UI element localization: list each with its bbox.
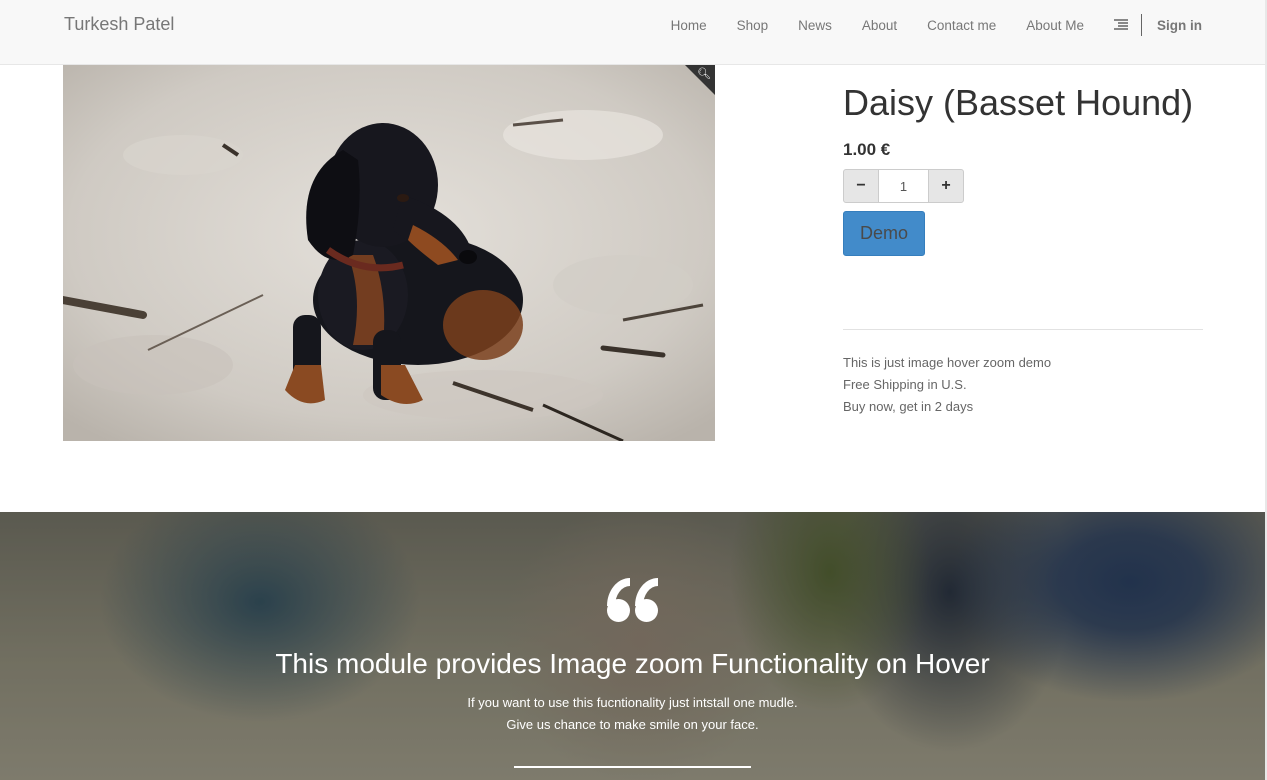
nav-item-about-me[interactable]: About Me xyxy=(1026,18,1084,33)
zoom-magnifier-icon[interactable]: 🔍︎ xyxy=(697,67,711,80)
nav-item-contact[interactable]: Contact me xyxy=(927,18,996,33)
description-line: This is just image hover zoom demo xyxy=(843,355,1052,370)
dachshund-photo xyxy=(63,65,715,441)
quantity-stepper: − + xyxy=(843,169,964,203)
product-image[interactable]: 🔍︎ xyxy=(63,65,715,441)
product-description: This is just image hover zoom demo Free … xyxy=(843,352,1051,418)
testimonial-line: If you want to use this fucntionality ju… xyxy=(467,695,798,710)
nav-item-news[interactable]: News xyxy=(798,18,832,33)
nav-menu: Home Shop News About Contact me About Me… xyxy=(671,0,1202,50)
sign-in-link[interactable]: Sign in xyxy=(1157,18,1202,33)
demo-button[interactable]: Demo xyxy=(843,211,925,256)
nav-item-about[interactable]: About xyxy=(862,18,897,33)
plus-icon[interactable]: + xyxy=(928,169,964,203)
product-title: Daisy (Basset Hound) xyxy=(843,82,1194,123)
nav-item-shop[interactable]: Shop xyxy=(737,18,769,33)
testimonial-line: Give us chance to make smile on your fac… xyxy=(506,717,759,732)
product-price: 1.00 € xyxy=(843,140,891,159)
banner-button-edge[interactable] xyxy=(514,766,751,768)
description-line: Free Shipping in U.S. xyxy=(843,377,967,392)
nav-item-home[interactable]: Home xyxy=(671,18,707,33)
list-icon[interactable] xyxy=(1114,19,1128,31)
brand-link[interactable]: Turkesh Patel xyxy=(64,14,174,35)
testimonial-title: This module provides Image zoom Function… xyxy=(275,648,990,679)
navbar: Turkesh Patel Home Shop News About Conta… xyxy=(0,0,1265,65)
description-line: Buy now, get in 2 days xyxy=(843,399,974,414)
quantity-input[interactable] xyxy=(879,169,928,203)
testimonial-banner xyxy=(0,512,1265,780)
banner-overlay xyxy=(0,512,1265,780)
nav-divider xyxy=(1141,14,1142,36)
quote-icon xyxy=(607,578,659,622)
divider xyxy=(843,329,1203,330)
minus-icon[interactable]: − xyxy=(843,169,879,203)
